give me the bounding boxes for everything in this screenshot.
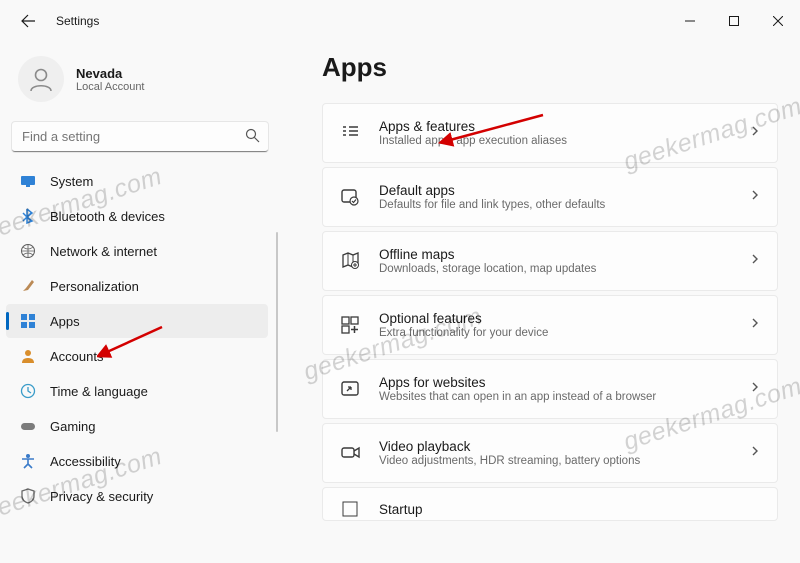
card-text: Default appsDefaults for file and link t… [379, 183, 731, 211]
person-icon [26, 64, 56, 94]
sidebar-item-label: Accessibility [50, 454, 121, 469]
clock-icon [20, 383, 36, 399]
card-subtitle: Downloads, storage location, map updates [379, 263, 731, 275]
card-title: Startup [379, 502, 761, 517]
page-title: Apps [322, 52, 778, 83]
titlebar: Settings [0, 0, 800, 42]
settings-card-offline-maps[interactable]: Offline mapsDownloads, storage location,… [322, 231, 778, 291]
settings-card-default-apps[interactable]: Default appsDefaults for file and link t… [322, 167, 778, 227]
sidebar-item-label: Privacy & security [50, 489, 153, 504]
sidebar-scrollbar[interactable] [276, 232, 278, 432]
user-account-block[interactable]: Nevada Local Account [6, 50, 274, 116]
sidebar-item-personalization[interactable]: Personalization [6, 269, 268, 303]
avatar [18, 56, 64, 102]
sidebar-item-system[interactable]: System [6, 164, 268, 198]
close-button[interactable] [756, 5, 800, 37]
video-icon [339, 442, 361, 464]
default-icon [339, 186, 361, 208]
user-subtitle: Local Account [76, 81, 145, 93]
optional-icon [339, 314, 361, 336]
openwith-icon [339, 378, 361, 400]
card-subtitle: Extra functionality for your device [379, 327, 731, 339]
nav-list: System Bluetooth & devices Network & inter… [6, 164, 274, 513]
sidebar-item-label: Gaming [50, 419, 96, 434]
settings-card-apps-features[interactable]: Apps & featuresInstalled apps, app execu… [322, 103, 778, 163]
network-icon [20, 243, 36, 259]
settings-card-video-playback[interactable]: Video playbackVideo adjustments, HDR str… [322, 423, 778, 483]
chevron-right-icon [749, 124, 761, 142]
card-title: Default apps [379, 183, 731, 198]
chevron-right-icon [749, 316, 761, 334]
sidebar-item-label: Accounts [50, 349, 103, 364]
sidebar-item-privacy-security[interactable]: Privacy & security [6, 479, 268, 513]
card-title: Apps for websites [379, 375, 731, 390]
card-title: Optional features [379, 311, 731, 326]
card-text: Optional featuresExtra functionality for… [379, 311, 731, 339]
minimize-icon [685, 16, 695, 26]
card-title: Apps & features [379, 119, 731, 134]
list-icon [339, 122, 361, 144]
accessibility-icon [20, 453, 36, 469]
card-subtitle: Defaults for file and link types, other … [379, 199, 731, 211]
card-text: Video playbackVideo adjustments, HDR str… [379, 439, 731, 467]
card-subtitle: Installed apps, app execution aliases [379, 135, 731, 147]
settings-cards: Apps & featuresInstalled apps, app execu… [322, 103, 778, 521]
settings-card-optional-features[interactable]: Optional featuresExtra functionality for… [322, 295, 778, 355]
startup-icon [339, 498, 361, 520]
card-subtitle: Video adjustments, HDR streaming, batter… [379, 455, 731, 467]
window-title: Settings [56, 14, 99, 28]
gaming-icon [20, 418, 36, 434]
card-title: Offline maps [379, 247, 731, 262]
minimize-button[interactable] [668, 5, 712, 37]
card-text: Apps for websitesWebsites that can open … [379, 375, 731, 403]
window-controls [668, 5, 800, 37]
back-arrow-icon [20, 13, 36, 29]
settings-card-startup[interactable]: Startup [322, 487, 778, 521]
sidebar-item-label: Bluetooth & devices [50, 209, 165, 224]
card-text: Apps & featuresInstalled apps, app execu… [379, 119, 731, 147]
chevron-right-icon [749, 444, 761, 462]
chevron-right-icon [749, 380, 761, 398]
search-input[interactable] [12, 122, 268, 152]
close-icon [773, 16, 783, 26]
chevron-right-icon [749, 188, 761, 206]
sidebar-item-label: System [50, 174, 93, 189]
shield-icon [20, 488, 36, 504]
user-name: Nevada [76, 66, 145, 81]
sidebar-item-accessibility[interactable]: Accessibility [6, 444, 268, 478]
sidebar-item-label: Time & language [50, 384, 148, 399]
sidebar-item-label: Network & internet [50, 244, 157, 259]
bluetooth-icon [20, 208, 36, 224]
search-box [12, 122, 268, 152]
sidebar-item-bluetooth-devices[interactable]: Bluetooth & devices [6, 199, 268, 233]
settings-card-apps-for-websites[interactable]: Apps for websitesWebsites that can open … [322, 359, 778, 419]
sidebar-item-label: Apps [50, 314, 80, 329]
card-subtitle: Websites that can open in an app instead… [379, 391, 731, 403]
card-text: Startup [379, 502, 761, 517]
content-area: Apps Apps & featuresInstalled apps, app … [280, 42, 800, 563]
display-icon [20, 173, 36, 189]
card-title: Video playback [379, 439, 731, 454]
sidebar-item-time-language[interactable]: Time & language [6, 374, 268, 408]
sidebar-item-apps[interactable]: Apps [6, 304, 268, 338]
apps-icon [20, 313, 36, 329]
sidebar-item-label: Personalization [50, 279, 139, 294]
sidebar-item-network-internet[interactable]: Network & internet [6, 234, 268, 268]
sidebar: Nevada Local Account System Bluetooth & d… [0, 42, 280, 563]
search-icon [245, 128, 260, 148]
chevron-right-icon [749, 252, 761, 270]
sidebar-item-gaming[interactable]: Gaming [6, 409, 268, 443]
map-icon [339, 250, 361, 272]
back-button[interactable] [14, 7, 42, 35]
maximize-icon [729, 16, 739, 26]
card-text: Offline mapsDownloads, storage location,… [379, 247, 731, 275]
brush-icon [20, 278, 36, 294]
maximize-button[interactable] [712, 5, 756, 37]
sidebar-item-accounts[interactable]: Accounts [6, 339, 268, 373]
person-icon [20, 348, 36, 364]
